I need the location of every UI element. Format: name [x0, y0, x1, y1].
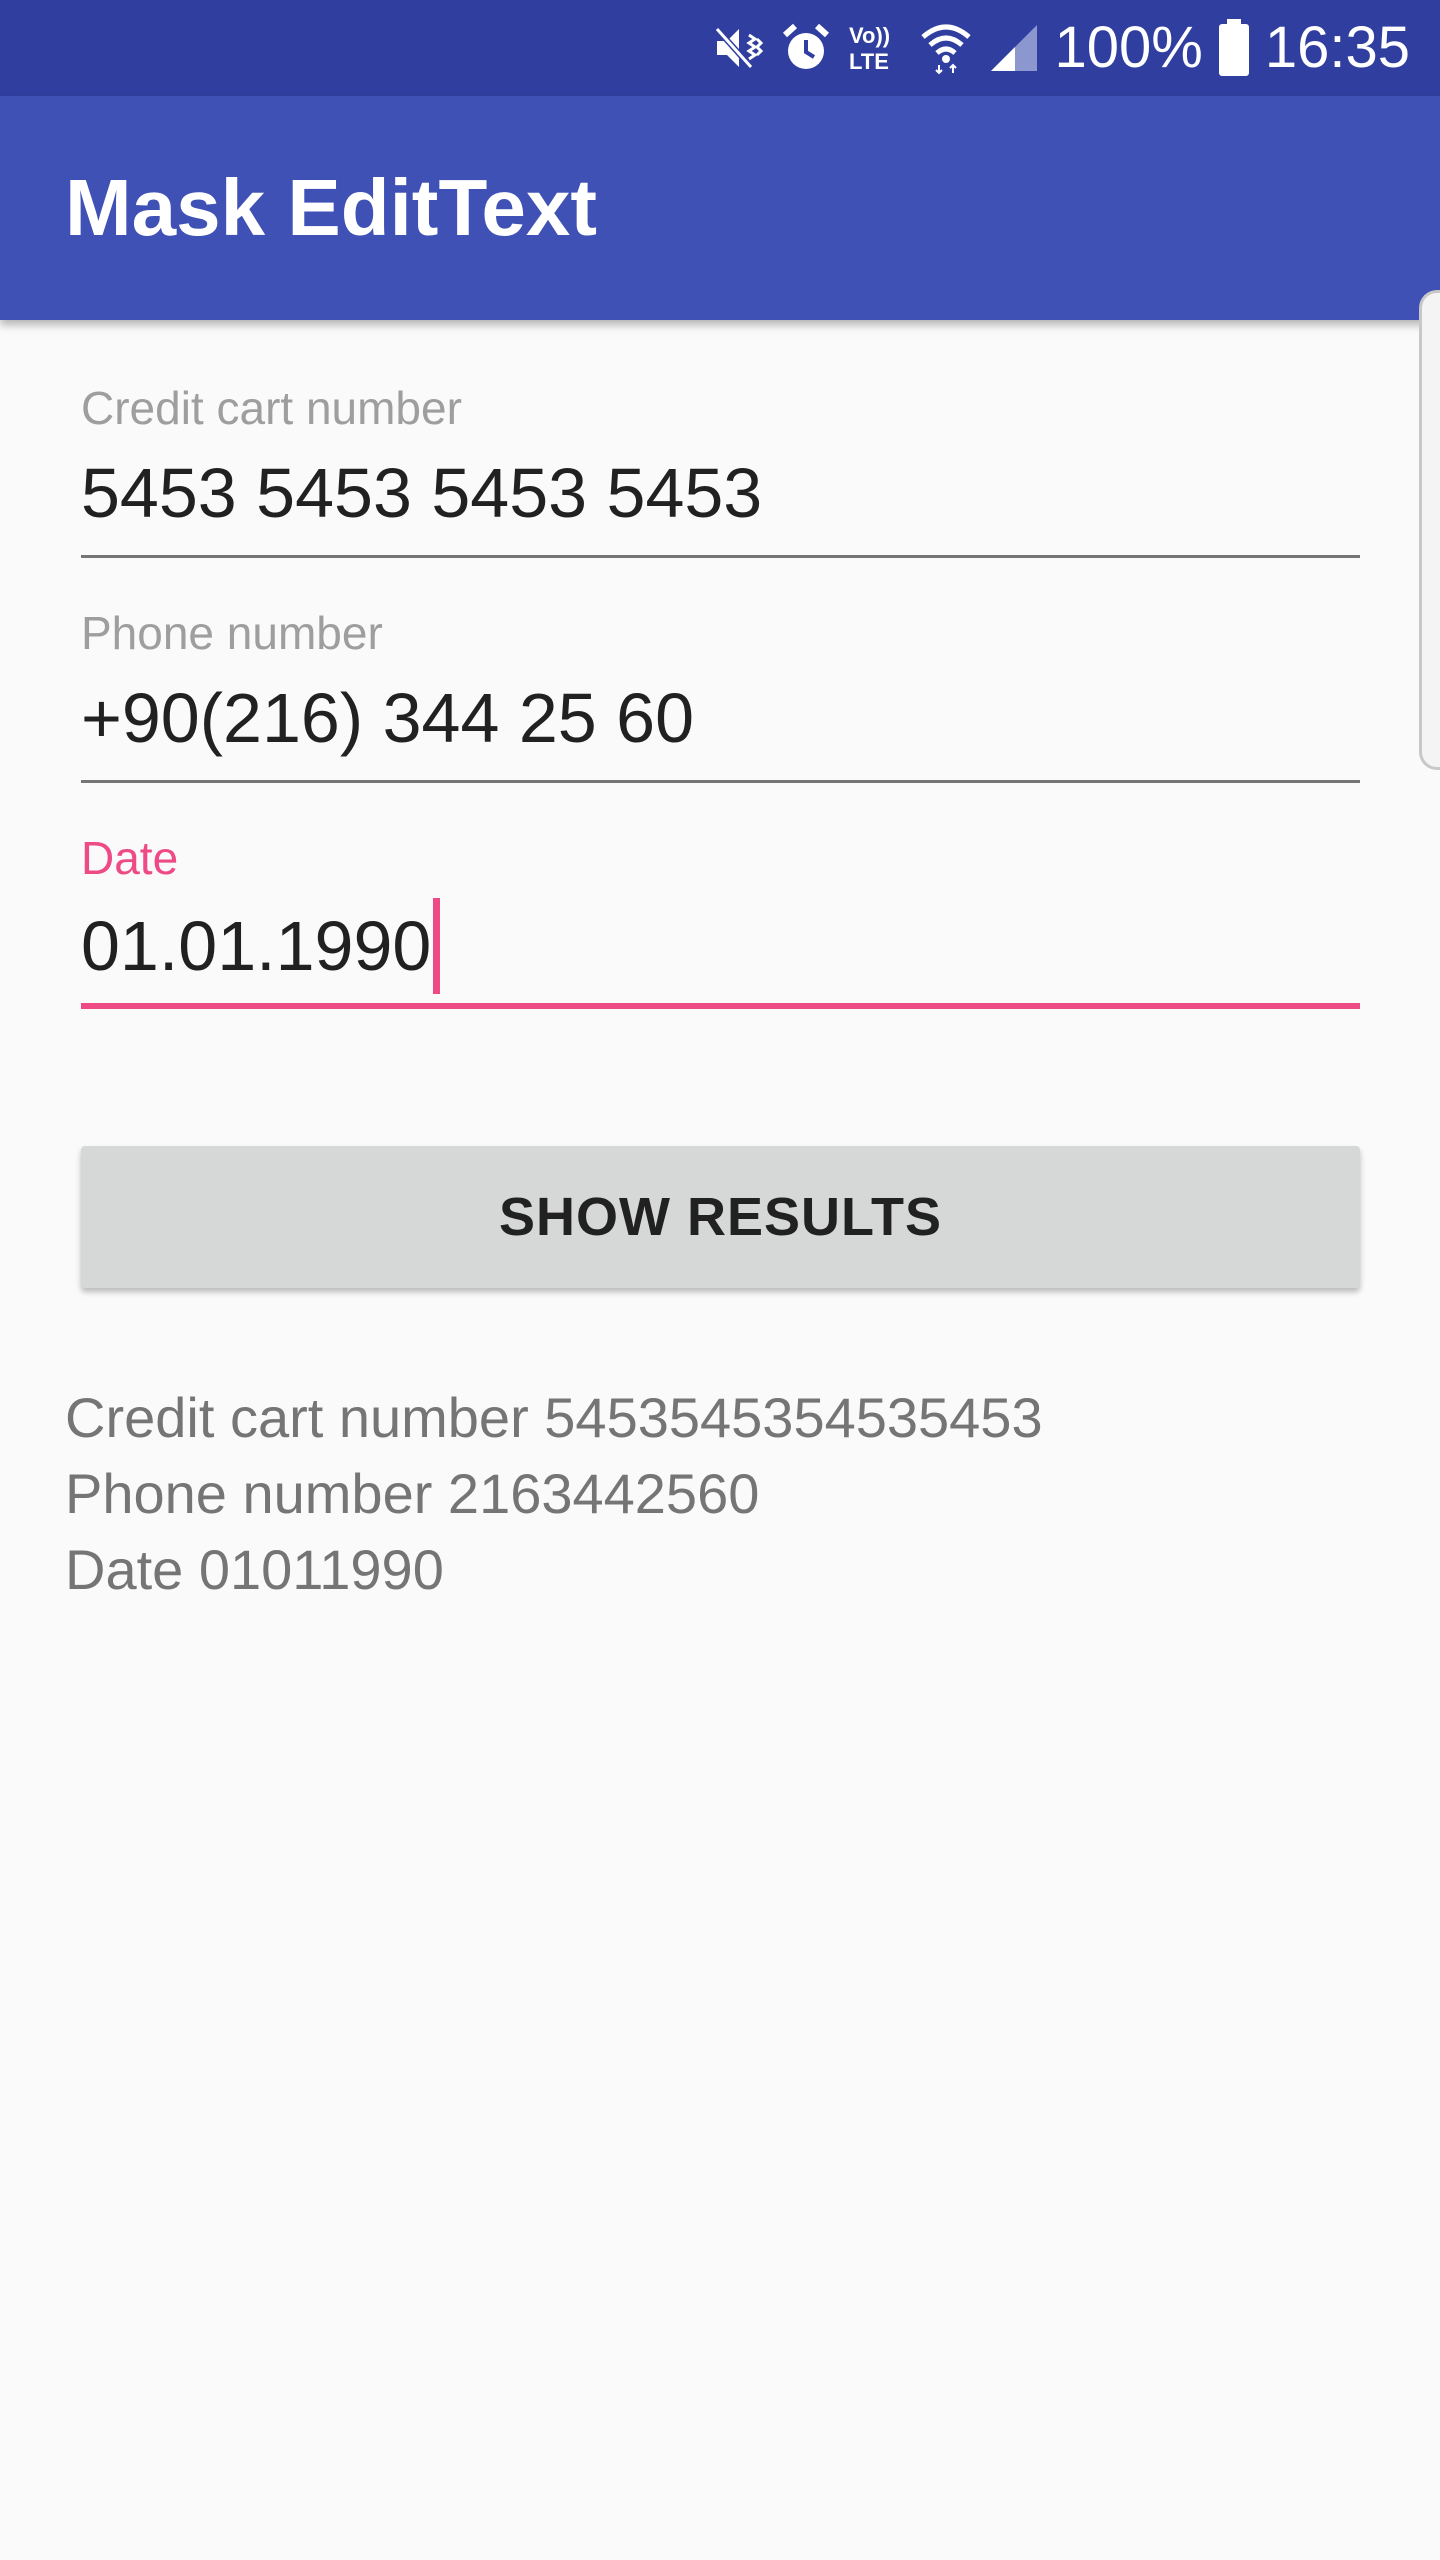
text-cursor [433, 898, 441, 994]
app-title: Mask EditText [65, 163, 597, 252]
volte-icon: Vo)) LTE [847, 21, 905, 75]
result-credit-card: Credit cart number 5453545354535453 [65, 1386, 1043, 1449]
results-text: Credit cart number 5453545354535453 Phon… [65, 1380, 1043, 1608]
credit-card-label: Credit cart number [81, 382, 462, 434]
status-bar: Vo)) LTE 100% 16:35 [0, 0, 1440, 96]
show-results-button[interactable]: SHOW RESULTS [81, 1146, 1360, 1288]
date-input-text: 01.01.1990 [81, 907, 432, 985]
app-bar: Mask EditText [0, 96, 1440, 320]
main-content: Credit cart number 5453 5453 5453 5453 P… [0, 320, 1440, 2560]
signal-icon [987, 21, 1041, 75]
phone-underline [81, 780, 1360, 783]
mute-vibrate-icon [711, 21, 765, 75]
credit-card-input[interactable]: 5453 5453 5453 5453 [81, 448, 762, 538]
credit-card-underline [81, 555, 1360, 558]
svg-text:Vo)): Vo)) [849, 23, 890, 48]
date-underline [81, 1003, 1360, 1009]
clock: 16:35 [1264, 15, 1410, 80]
wifi-icon [919, 21, 973, 75]
alarm-icon [779, 21, 833, 75]
battery-icon [1217, 19, 1251, 77]
svg-text:LTE: LTE [849, 49, 889, 74]
battery-percentage: 100% [1054, 15, 1203, 80]
date-label: Date [81, 832, 179, 884]
phone-input[interactable]: +90(216) 344 25 60 [81, 673, 694, 763]
phone-label: Phone number [81, 607, 383, 659]
result-phone: Phone number 2163442560 [65, 1462, 760, 1525]
status-icons: Vo)) LTE 100% 16:35 [711, 0, 1410, 96]
edge-panel-handle[interactable] [1419, 290, 1440, 770]
date-input[interactable]: 01.01.1990 [81, 898, 441, 994]
result-date: Date 01011990 [65, 1538, 444, 1601]
